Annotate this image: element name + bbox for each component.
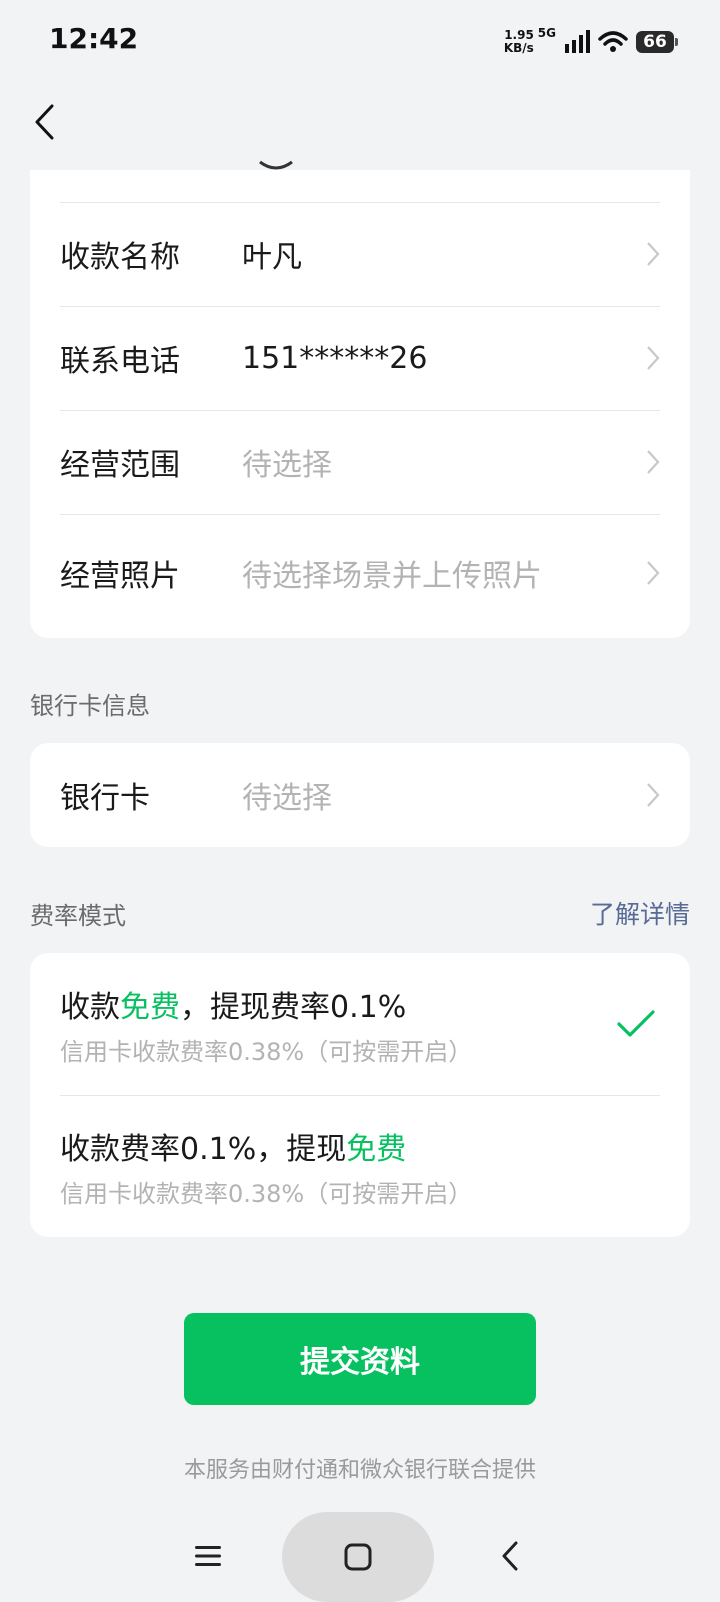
learn-more-link[interactable]: 了解详情 [590, 895, 690, 931]
row-value: 待选择 [242, 781, 332, 816]
chevron-right-icon [636, 343, 660, 373]
row-label: 经营照片 [60, 559, 180, 594]
chevron-right-icon [636, 780, 660, 810]
fee-option-subtitle: 信用卡收款费率0.38%（可按需开启） [60, 1037, 473, 1066]
status-indicators: 1.95 KB/s 5G 66 [504, 24, 678, 60]
partial-avatar-icon [259, 160, 293, 170]
fee-mode-card: 收款免费，提现费率0.1% 信用卡收款费率0.38%（可按需开启） 收款费率0.… [30, 953, 690, 1237]
nav-back-icon [502, 1541, 518, 1571]
wifi-icon [598, 31, 628, 52]
fee-option-title: 收款免费，提现费率0.1% [60, 982, 616, 1026]
row-value: 151******26 [242, 340, 428, 376]
chevron-right-icon [636, 558, 660, 588]
row-value: 叶凡 [242, 240, 302, 275]
nav-menu-button[interactable] [186, 1530, 230, 1582]
chevron-right-icon [636, 447, 660, 477]
fee-option-title: 收款费率0.1%，提现免费 [60, 1124, 660, 1168]
row-merchant-name[interactable]: 收款名称 叶凡 [60, 202, 660, 306]
bank-card-card: 银行卡 待选择 [30, 743, 690, 847]
footer-note: 本服务由财付通和微众银行联合提供 [183, 1458, 536, 1483]
row-label: 银行卡 [60, 781, 150, 816]
menu-icon [195, 1546, 221, 1566]
network-speed: 1.95 KB/s [504, 29, 534, 55]
nav-back-button[interactable] [488, 1530, 532, 1582]
fee-option-2[interactable]: 收款费率0.1%，提现免费 信用卡收款费率0.38%（可按需开启） [60, 1095, 660, 1237]
home-icon [344, 1543, 372, 1571]
back-icon [35, 104, 54, 140]
row-value: 待选择 [242, 448, 332, 483]
row-business-scope[interactable]: 经营范围 待选择 [60, 410, 660, 514]
nav-home-button[interactable] [282, 1512, 434, 1602]
network-speed-unit: KB/s [503, 41, 534, 55]
chevron-right-icon [636, 239, 660, 269]
row-contact-phone[interactable]: 联系电话 151******26 [60, 306, 660, 410]
row-business-photo[interactable]: 经营照片 待选择场景并上传照片 [60, 514, 660, 632]
row-value: 待选择场景并上传照片 [242, 559, 542, 594]
fee-text: ，提现费率0.1% [180, 989, 407, 1025]
section-title-bank: 银行卡信息 [30, 692, 150, 720]
section-title-fee: 费率模式 [30, 902, 126, 930]
back-button[interactable] [22, 98, 66, 146]
signal-icon [565, 30, 590, 53]
battery-level: 66 [643, 32, 667, 52]
merchant-info-card: 收款名称 叶凡 联系电话 151******26 经营范围 待选择 经营照片 待… [30, 160, 690, 638]
row-bank-card[interactable]: 银行卡 待选择 [60, 743, 660, 847]
checkmark-icon [617, 1010, 655, 1037]
battery-icon: 66 [636, 31, 678, 53]
fee-text: 收款费率0.1%，提现 [60, 1131, 347, 1167]
status-time: 12:42 [49, 22, 139, 55]
row-label: 经营范围 [60, 448, 180, 483]
submit-button[interactable]: 提交资料 [184, 1313, 536, 1405]
row-label: 收款名称 [60, 240, 180, 275]
row-label: 联系电话 [60, 344, 180, 379]
network-type: 5G [537, 26, 556, 40]
fee-option-1[interactable]: 收款免费，提现费率0.1% 信用卡收款费率0.38%（可按需开启） [60, 953, 660, 1095]
fee-option-subtitle: 信用卡收款费率0.38%（可按需开启） [60, 1179, 473, 1208]
fee-free-highlight: 免费 [120, 989, 180, 1025]
fee-free-highlight: 免费 [346, 1131, 407, 1167]
fee-text: 收款 [60, 989, 120, 1025]
